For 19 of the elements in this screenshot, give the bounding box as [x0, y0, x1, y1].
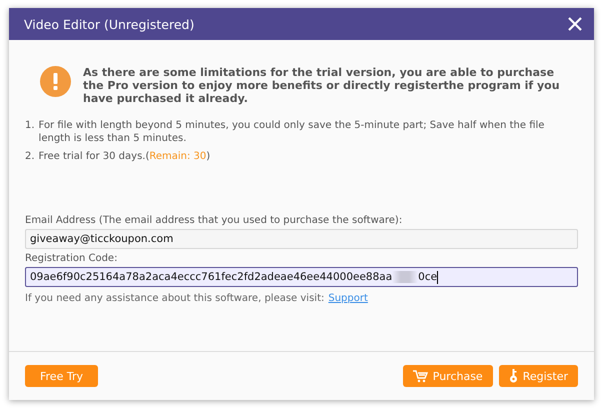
action-button[interactable]: Register — [498, 365, 578, 387]
limit-text: For file with length beyond 5 minutes, you could only save the 5-minute part; Save half when the file length is less than 5 minutes. — [38, 119, 546, 145]
field-label: Registration Code: — [25, 253, 118, 264]
support-link[interactable]: Support — [328, 293, 368, 304]
window-title: Video Editor (Unregistered) — [24, 16, 194, 32]
list-number: 1. — [25, 119, 35, 133]
field-label: Email Address (The email address that you used to purchase the software): — [25, 215, 404, 226]
code-field[interactable]: 09ae6f90c25164a78a2aca4eccc761fec2fd2adeae46ee44000ee88aa 0ce — [25, 267, 578, 287]
warning-icon — [40, 66, 71, 97]
notice-text: As there are some limitations for the trial version, you are able to purchase the Pro version to enjoy more benefits or directly registerthe program if you have purchased it already. — [83, 66, 561, 105]
list-number: 2. — [25, 150, 35, 163]
action-button[interactable]: Free Try — [25, 365, 98, 387]
action-button[interactable]: Purchase — [402, 365, 493, 387]
email-field[interactable]: giveaway@ticckoupon.com — [25, 229, 578, 249]
limit-text: Free trial for 30 days.(Remain: 30) — [38, 150, 210, 163]
cart-icon — [412, 370, 428, 382]
close-icon[interactable] — [568, 17, 582, 31]
key-icon — [508, 369, 518, 383]
support-text: If you need any assistance about this software, please visit: — [25, 293, 324, 304]
